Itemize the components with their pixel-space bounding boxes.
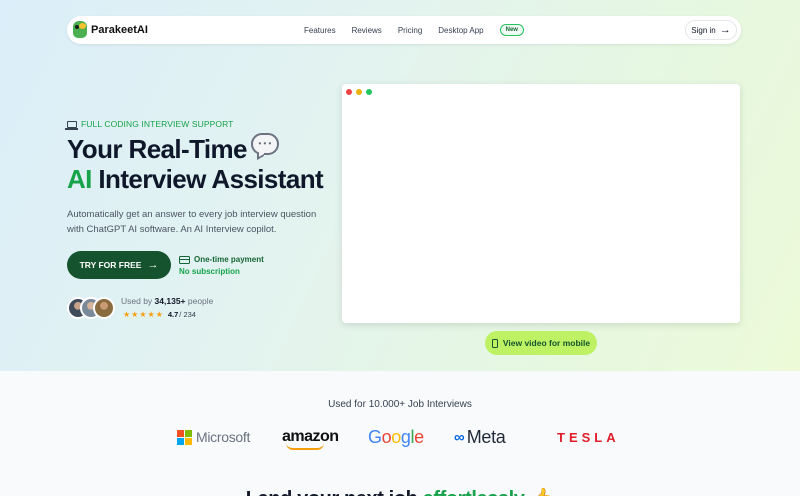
star-icon: ★	[147, 309, 155, 319]
used-by-suffix: people	[185, 296, 214, 306]
arrow-right-icon: →	[719, 24, 731, 36]
meta-infinity-icon: ∞	[454, 428, 465, 446]
used-by-prefix: Used by	[121, 296, 155, 306]
one-time-payment: One-time payment	[194, 255, 264, 264]
avatar	[93, 297, 115, 319]
headline-line-1: Your Real-Time	[67, 134, 248, 164]
nav-links: Features Reviews Pricing Desktop App New	[304, 16, 524, 44]
next-section-heading: Land your next job effortlessly 👍	[0, 486, 800, 496]
nav-link-features[interactable]: Features	[304, 26, 336, 35]
star-icon: ★	[131, 309, 139, 319]
demo-video-window[interactable]	[342, 84, 740, 323]
view-mobile-video-button[interactable]: View video for mobile	[485, 331, 597, 355]
signin-button[interactable]: Sign in →	[685, 20, 737, 40]
headline-line-2: Interview Assistant	[91, 164, 324, 194]
heading-start: Land your next job	[246, 488, 423, 496]
eyebrow-text: FULL CODING INTERVIEW SUPPORT	[81, 119, 234, 129]
microsoft-wordmark: Microsoft	[196, 429, 251, 445]
brand-name: ParakeetAI	[91, 23, 148, 36]
window-close-dot	[346, 89, 352, 95]
hero-subtext: Automatically get an answer to every job…	[67, 209, 317, 235]
credit-card-icon	[179, 256, 190, 264]
tesla-logo: TESLA	[557, 426, 620, 448]
chat-bubble-icon	[250, 133, 279, 155]
cta-label: TRY FOR FREE	[79, 260, 142, 270]
hero-headline: Your Real-Time AI Interview Assistant	[67, 133, 324, 194]
star-icon: ★	[139, 309, 147, 319]
star-icon: ★	[123, 309, 131, 319]
microsoft-logo: Microsoft	[177, 426, 250, 448]
meta-logo: ∞ Meta	[454, 426, 506, 448]
eyebrow: FULL CODING INTERVIEW SUPPORT	[65, 119, 234, 130]
social-proof: Used by 34,135+ people	[121, 296, 213, 306]
amazon-logo: amazon	[282, 426, 339, 450]
phone-icon	[491, 338, 498, 348]
new-badge: New	[499, 24, 524, 36]
no-subscription: No subscription	[179, 267, 240, 276]
logo-strip-title: Used for 10.000+ Job Interviews	[328, 399, 472, 410]
parakeet-logo-icon	[73, 21, 87, 38]
tesla-wordmark: TESLA	[557, 429, 620, 445]
thumbs-up-icon: 👍	[525, 488, 555, 496]
google-letter: o	[391, 426, 401, 447]
microsoft-grid-icon	[177, 429, 192, 445]
amazon-wordmark: amazon	[282, 428, 339, 450]
nav-link-pricing[interactable]: Pricing	[398, 26, 422, 35]
mobile-video-label: View video for mobile	[502, 338, 591, 348]
signin-label: Sign in	[691, 25, 716, 35]
headline-accent: AI	[67, 164, 92, 194]
window-minimize-dot	[356, 89, 362, 95]
payment-info: One-time payment No subscription	[179, 254, 264, 278]
google-letter: G	[368, 426, 382, 447]
used-by-count: 34,135+	[154, 296, 186, 306]
meta-wordmark: Meta	[466, 426, 506, 447]
try-for-free-button[interactable]: TRY FOR FREE →	[67, 251, 171, 279]
laptop-icon	[65, 120, 78, 130]
rating-count: / 234	[179, 310, 196, 319]
user-avatars	[67, 297, 119, 321]
rating: ★ ★ ★ ★ ★ 4.7 / 234	[123, 310, 196, 319]
heading-accent: effortlessly	[423, 488, 525, 496]
star-icon: ★	[155, 309, 163, 319]
top-navbar: ParakeetAI Features Reviews Pricing Desk…	[67, 16, 741, 44]
google-letter: o	[381, 426, 392, 447]
arrow-right-icon: →	[147, 259, 159, 271]
rating-value: 4.7	[167, 310, 179, 319]
google-letter: e	[414, 426, 424, 447]
nav-link-reviews[interactable]: Reviews	[352, 26, 382, 35]
google-logo: Google	[368, 426, 424, 448]
brand-logo[interactable]: ParakeetAI	[73, 21, 148, 38]
window-maximize-dot	[366, 89, 372, 95]
google-letter: g	[400, 426, 411, 447]
nav-link-desktop-app[interactable]: Desktop App	[438, 26, 483, 35]
